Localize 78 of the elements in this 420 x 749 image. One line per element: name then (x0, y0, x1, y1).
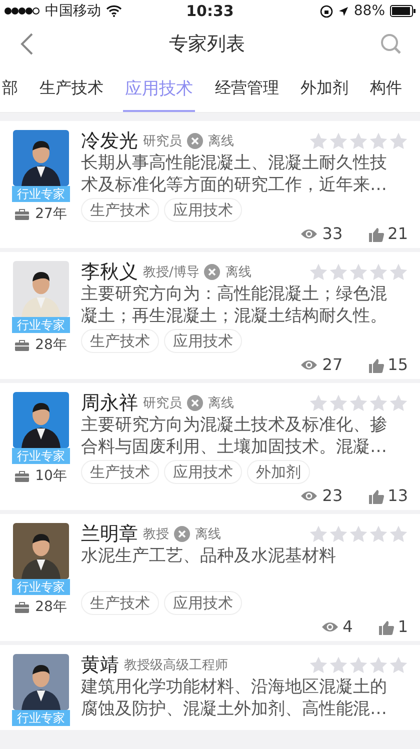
field-tag: 应用技术 (164, 329, 242, 353)
status-label: 离线 (195, 526, 221, 543)
view-count: 23 (322, 486, 343, 506)
view-count: 4 (342, 617, 353, 637)
expert-badge: 行业专家 (12, 710, 70, 726)
thumbs-up-icon (378, 620, 394, 634)
category-tab[interactable]: 构件 (368, 66, 404, 112)
eye-icon (320, 621, 339, 633)
expert-description: 建筑用化学功能材料、沿海地区混凝土的腐蚀及防护、混凝土外加剂、高性能混… (81, 676, 388, 720)
field-tag: 生产技术 (81, 591, 159, 615)
experience-years: 28年 (35, 336, 67, 354)
expert-name: 冷发光 (81, 129, 138, 154)
expert-badge: 行业专家 (12, 317, 70, 333)
field-tag: 生产技术 (81, 460, 159, 484)
battery-percent: 88% (354, 3, 385, 19)
back-icon[interactable] (20, 32, 34, 56)
category-tab[interactable]: 经营管理 (212, 66, 281, 112)
briefcase-icon (15, 470, 30, 482)
expert-name: 李秋义 (81, 260, 138, 284)
briefcase-icon (15, 602, 30, 612)
expert-badge: 行业专家 (12, 448, 70, 464)
status-label: 离线 (208, 133, 234, 150)
clock: 10:33 (186, 2, 234, 20)
carrier: 中国移动 (45, 2, 101, 20)
expert-title: 教授/博导 (143, 264, 200, 281)
experience-years: 10年 (35, 467, 67, 485)
search-icon[interactable] (380, 33, 402, 55)
category-tab[interactable]: 部 (0, 66, 20, 112)
expert-description: 水泥生产工艺、品种及水泥基材料 (81, 545, 337, 568)
thumbs-up-icon (368, 358, 384, 372)
wifi-icon (106, 5, 122, 17)
expert-card[interactable]: 行业专家 黄靖 教授级高级工程师 建筑用化学功能材料、沿海地区混凝土的腐蚀及防护、混凝土外加剂、高性能混… (0, 645, 420, 730)
status-label: 离线 (225, 264, 252, 281)
expert-card[interactable]: 行业专家 28年 兰明章 教授 离线 水泥生产工艺、品种及水泥基材料 生产技术 应用技术 4 1 (0, 514, 420, 641)
eye-icon (300, 228, 318, 240)
field-tag: 应用技术 (164, 460, 242, 484)
experience-years: 28年 (35, 598, 67, 616)
expert-description: 长期从事高性能混凝土、混凝土耐久性技术及标准化等方面的研究工作，近年来… (81, 152, 388, 196)
expert-card[interactable]: 行业专家 10年 周永祥 研究员 离线 主要研究方向为混凝土技术及标准化、掺合料与固废利用、土壤加固技术。混凝… 生产技术 应用技术 外加剂 23 13 (0, 383, 420, 510)
field-tag: 生产技术 (81, 329, 159, 353)
expert-title: 研究员 (143, 395, 182, 412)
eye-icon (300, 359, 318, 371)
expert-badge: 行业专家 (12, 186, 70, 202)
view-count: 33 (322, 224, 343, 244)
expert-name: 黄靖 (81, 653, 119, 678)
expert-description: 主要研究方向为混凝土技术及标准化、掺合料与固废利用、土壤加固技术。混凝… (81, 414, 388, 458)
rotation-lock-icon (320, 4, 333, 18)
field-tag: 应用技术 (164, 591, 242, 615)
expert-card[interactable]: 行业专家 27年 冷发光 研究员 离线 长期从事高性能混凝土、混凝土耐久性技术及标准化等方面的研究工作，近年来… 生产技术 应用技术 33 21 (0, 121, 420, 248)
field-tag: 生产技术 (81, 198, 159, 222)
field-tag: 应用技术 (164, 198, 242, 222)
briefcase-icon (15, 208, 30, 220)
like-count: 13 (388, 486, 408, 506)
category-tab[interactable]: 外加剂 (298, 66, 350, 112)
expert-description: 主要研究方向为：高性能混凝土；绿色混凝土；再生混凝土；混凝土结构耐久性。 (81, 283, 388, 327)
expert-title: 研究员 (143, 133, 182, 150)
eye-icon (300, 490, 318, 502)
expert-title: 教授级高级工程师 (124, 657, 228, 674)
like-count: 21 (388, 224, 408, 244)
expert-name: 周永祥 (81, 391, 138, 416)
battery-icon (390, 5, 416, 17)
field-tag: 外加剂 (247, 460, 310, 484)
like-count: 15 (388, 355, 408, 375)
like-count: 1 (398, 617, 408, 637)
thumbs-up-icon (368, 488, 384, 504)
expert-title: 教授 (143, 526, 169, 543)
status-label: 离线 (208, 395, 234, 412)
expert-card[interactable]: 行业专家 28年 李秋义 教授/博导 离线 主要研究方向为：高性能混凝土；绿色混凝土；再生混凝土；混凝土结构耐久性。 生产技术 应用技术 27 15 (0, 252, 420, 379)
briefcase-icon (15, 340, 30, 350)
view-count: 27 (322, 355, 343, 375)
signal-icon (4, 7, 40, 15)
page-title: 专家列表 (169, 32, 245, 57)
expert-badge: 行业专家 (12, 579, 70, 595)
location-icon (338, 6, 349, 16)
thumbs-up-icon (368, 226, 384, 242)
category-tab[interactable]: 生产技术 (38, 66, 106, 112)
expert-name: 兰明章 (81, 522, 138, 546)
experience-years: 27年 (35, 205, 67, 223)
